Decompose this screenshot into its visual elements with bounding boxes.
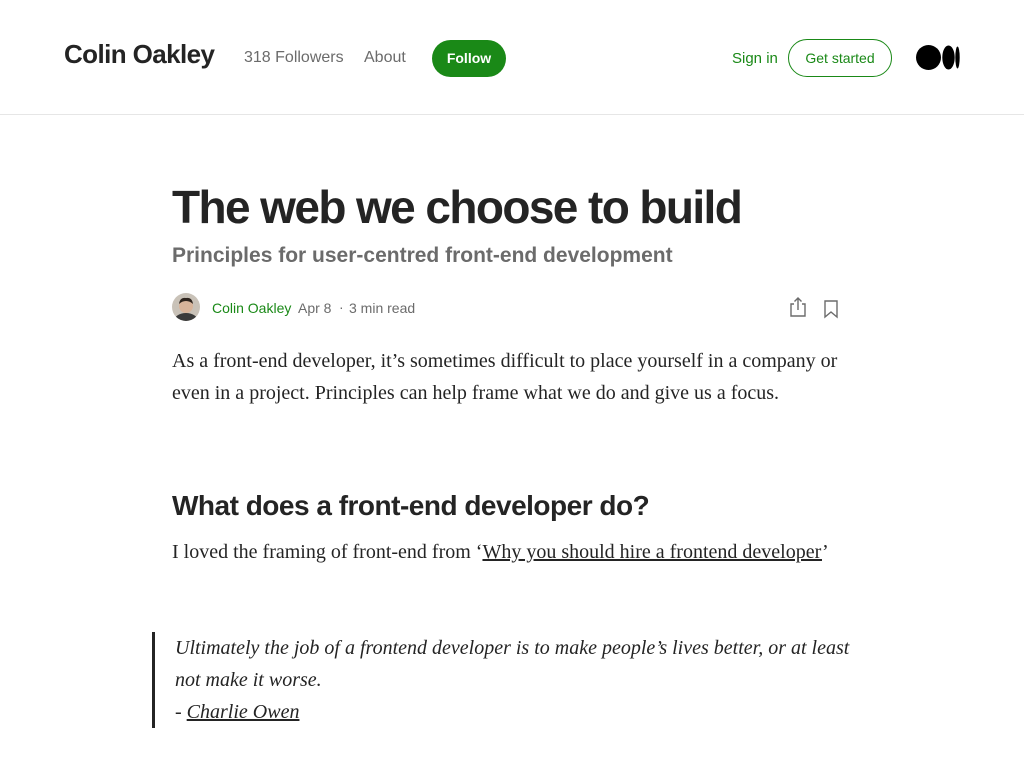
avatar-portrait-icon — [172, 293, 200, 321]
bookmark-icon[interactable] — [822, 299, 840, 319]
about-link[interactable]: About — [364, 49, 406, 67]
quote-text: Ultimately the job of a frontend develop… — [175, 637, 850, 691]
blockquote: Ultimately the job of a frontend develop… — [152, 632, 852, 728]
section-text-prefix: I loved the framing of front-end from ‘ — [172, 541, 483, 563]
article-meta: Colin Oakley Apr 8 · 3 min read — [172, 293, 842, 323]
medium-logo-icon[interactable] — [916, 45, 960, 70]
article-subtitle: Principles for user-centred front-end de… — [172, 244, 673, 267]
section-paragraph: I loved the framing of front-end from ‘W… — [172, 536, 852, 568]
author-name-link[interactable]: Colin Oakley — [212, 300, 291, 316]
hire-frontend-developer-link[interactable]: Why you should hire a frontend developer — [482, 541, 822, 563]
follow-button[interactable]: Follow — [432, 40, 506, 77]
meta-separator: · — [339, 299, 344, 315]
top-navigation-bar: Colin Oakley 318 Followers About Follow … — [0, 0, 1024, 115]
quote-author-link[interactable]: Charlie Owen — [187, 701, 300, 723]
share-icon[interactable] — [788, 296, 808, 318]
followers-count-link[interactable]: 318 Followers — [244, 49, 344, 67]
publish-date: Apr 8 — [298, 300, 332, 316]
sign-in-link[interactable]: Sign in — [732, 50, 778, 67]
article-title: The web we choose to build — [172, 181, 743, 233]
quote-prefix: - — [175, 701, 187, 723]
intro-paragraph: As a front-end developer, it’s sometimes… — [172, 350, 838, 404]
read-time: 3 min read — [349, 300, 416, 316]
publication-name-link[interactable]: Colin Oakley — [64, 39, 215, 70]
author-avatar[interactable] — [172, 293, 200, 321]
section-text-suffix: ’ — [821, 541, 829, 563]
get-started-button[interactable]: Get started — [788, 39, 892, 77]
section-heading: What does a front-end developer do? — [172, 490, 650, 521]
